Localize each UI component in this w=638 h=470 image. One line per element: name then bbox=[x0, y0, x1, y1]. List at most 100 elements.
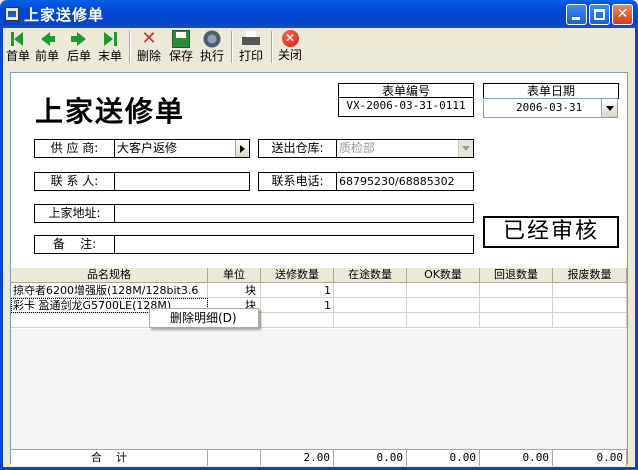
totals-scrapped-qty: 0.00 bbox=[553, 449, 627, 466]
column-header-in-transit-qty[interactable]: 在途数量 bbox=[334, 268, 407, 283]
minimize-icon bbox=[572, 17, 580, 20]
maximize-button[interactable] bbox=[589, 4, 610, 25]
cell-scrapped-qty[interactable] bbox=[553, 298, 627, 313]
cell-returned-qty[interactable] bbox=[480, 298, 553, 313]
date-value: 2006-03-31 bbox=[516, 101, 583, 114]
contact-field[interactable]: 联 系 人: bbox=[34, 172, 250, 191]
doc-number-value: VX-2006-03-31-0111 bbox=[346, 99, 466, 112]
column-header-ok-qty[interactable]: OK数量 bbox=[407, 268, 480, 283]
first-record-button[interactable]: 首单 bbox=[5, 29, 31, 65]
execute-button[interactable]: 执行 bbox=[198, 29, 226, 65]
totals-repair-qty: 2.00 bbox=[261, 449, 334, 466]
close-label: 关闭 bbox=[277, 48, 302, 62]
column-header-name[interactable]: 品名规格 bbox=[11, 268, 208, 283]
doc-date-label: 表单日期 bbox=[526, 84, 575, 98]
toolbar-separator bbox=[129, 31, 131, 63]
toolbar: 首单 前单 后单 末单 ✕ 删除 保存 执行 打印 ✕ 关闭 bbox=[3, 28, 635, 66]
chevron-right-icon[interactable] bbox=[235, 140, 249, 157]
address-value bbox=[115, 205, 117, 222]
page-title: 上家送修单 bbox=[35, 95, 186, 128]
column-header-scrapped-qty[interactable]: 报废数量 bbox=[553, 268, 627, 283]
close-button[interactable]: ✕ 关闭 bbox=[276, 29, 304, 65]
supplier-label: 供 应 商: bbox=[35, 140, 115, 157]
remark-value bbox=[115, 236, 117, 253]
column-header-returned-qty[interactable]: 回退数量 bbox=[480, 268, 553, 283]
totals-label: 合 计 bbox=[11, 449, 208, 466]
date-picker[interactable]: 2006-03-31 bbox=[483, 98, 618, 118]
cell-repair-qty[interactable] bbox=[261, 313, 334, 328]
window-title: 上家送修单 bbox=[24, 6, 105, 24]
previous-record-label: 前单 bbox=[34, 49, 59, 63]
delete-icon: ✕ bbox=[141, 28, 157, 49]
totals-in-transit-qty: 0.00 bbox=[334, 449, 407, 466]
column-header-repair-qty[interactable]: 送修数量 bbox=[261, 268, 334, 283]
delete-button[interactable]: ✕ 删除 bbox=[135, 29, 163, 65]
grid-empty-area bbox=[11, 329, 627, 449]
minimize-button[interactable] bbox=[566, 4, 587, 25]
gear-icon bbox=[203, 30, 221, 48]
last-record-label: 末单 bbox=[97, 49, 122, 63]
close-circle-icon: ✕ bbox=[281, 30, 299, 47]
print-label: 打印 bbox=[238, 49, 263, 63]
status-badge: 已经审核 bbox=[483, 216, 619, 248]
cell-ok-qty[interactable] bbox=[407, 283, 480, 298]
cell-in-transit-qty[interactable] bbox=[334, 298, 407, 313]
chevron-down-icon[interactable] bbox=[458, 140, 473, 157]
cell-scrapped-qty[interactable] bbox=[553, 283, 627, 298]
cell-ok-qty[interactable] bbox=[407, 298, 480, 313]
app-icon bbox=[5, 7, 19, 21]
totals-unit bbox=[208, 449, 261, 466]
cell-ok-qty[interactable] bbox=[407, 313, 480, 328]
close-window-button[interactable]: ✕ bbox=[612, 4, 633, 25]
previous-record-button[interactable]: 前单 bbox=[34, 29, 60, 65]
delete-label: 删除 bbox=[136, 49, 161, 63]
cell-repair-qty[interactable]: 1 bbox=[261, 298, 334, 313]
phone-value: 68795230/68885302 bbox=[339, 175, 455, 188]
context-menu: 删除明细(D) bbox=[149, 308, 259, 328]
totals-ok-qty: 0.00 bbox=[407, 449, 480, 466]
warehouse-value: 质检部 bbox=[339, 141, 376, 155]
previous-arrow-icon bbox=[38, 30, 56, 48]
supplier-field[interactable]: 供 应 商: 大客户返修 bbox=[34, 139, 250, 158]
delete-detail-menu-item[interactable]: 删除明细(D) bbox=[170, 311, 237, 326]
column-header-unit[interactable]: 单位 bbox=[208, 268, 261, 283]
doc-number-label: 表单编号 bbox=[339, 84, 473, 98]
first-record-label: 首单 bbox=[5, 49, 30, 63]
warehouse-label: 送出仓库: bbox=[259, 140, 337, 157]
last-record-icon bbox=[101, 30, 119, 48]
remark-field[interactable]: 备 注: bbox=[34, 235, 474, 254]
printer-icon bbox=[242, 30, 260, 48]
supplier-value: 大客户返修 bbox=[117, 141, 178, 155]
cell-in-transit-qty[interactable] bbox=[334, 313, 407, 328]
next-record-button[interactable]: 后单 bbox=[66, 29, 92, 65]
doc-date-box: 表单日期 bbox=[483, 83, 619, 99]
warehouse-field[interactable]: 送出仓库: 质检部 bbox=[258, 139, 474, 158]
doc-number-box: 表单编号 VX-2006-03-31-0111 bbox=[338, 83, 474, 117]
save-button[interactable]: 保存 bbox=[167, 29, 195, 65]
close-icon: ✕ bbox=[616, 6, 629, 22]
first-record-icon bbox=[9, 30, 27, 48]
next-record-label: 后单 bbox=[66, 49, 91, 63]
execute-label: 执行 bbox=[199, 49, 224, 63]
phone-field[interactable]: 联系电话: 68795230/68885302 bbox=[258, 172, 474, 191]
save-icon bbox=[172, 30, 190, 48]
address-label: 上家地址: bbox=[35, 205, 115, 222]
cell-name[interactable]: 掠夺者6200增强版(128M/128bit3.6 bbox=[11, 283, 208, 298]
address-field[interactable]: 上家地址: bbox=[34, 204, 474, 223]
cell-unit[interactable]: 块 bbox=[208, 283, 261, 298]
cell-returned-qty[interactable] bbox=[480, 283, 553, 298]
next-arrow-icon bbox=[70, 30, 88, 48]
last-record-button[interactable]: 末单 bbox=[97, 29, 123, 65]
maximize-icon bbox=[594, 9, 605, 20]
chevron-down-icon[interactable] bbox=[601, 99, 617, 117]
remark-label: 备 注: bbox=[35, 236, 115, 253]
print-button[interactable]: 打印 bbox=[237, 29, 265, 65]
totals-returned-qty: 0.00 bbox=[480, 449, 553, 466]
contact-label: 联 系 人: bbox=[35, 173, 115, 190]
contact-value bbox=[115, 173, 117, 190]
cell-repair-qty[interactable]: 1 bbox=[261, 283, 334, 298]
title-bar[interactable]: 上家送修单 ✕ bbox=[0, 0, 638, 28]
cell-in-transit-qty[interactable] bbox=[334, 283, 407, 298]
cell-returned-qty[interactable] bbox=[480, 313, 553, 328]
cell-scrapped-qty[interactable] bbox=[553, 313, 627, 328]
